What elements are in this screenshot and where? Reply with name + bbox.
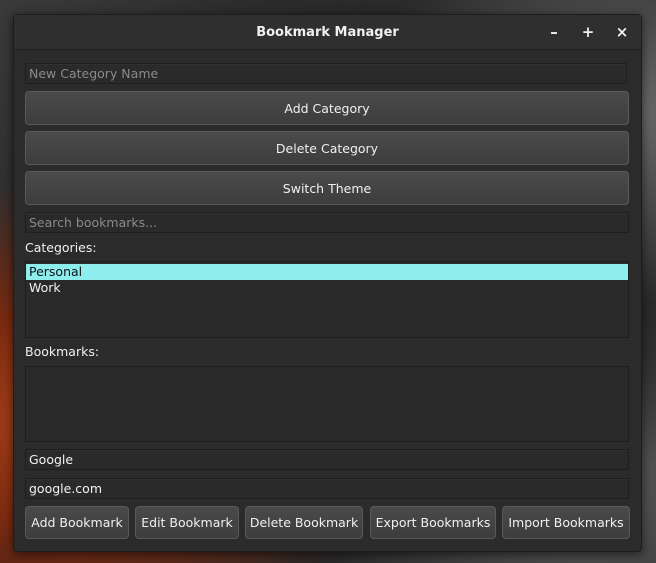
bookmarks-list[interactable] xyxy=(25,366,629,442)
new-category-input[interactable]: New Category Name xyxy=(25,63,627,84)
export-bookmarks-button[interactable]: Export Bookmarks xyxy=(370,506,496,539)
category-item-work[interactable]: Work xyxy=(26,280,628,296)
maximize-icon[interactable]: + xyxy=(578,22,598,42)
minimize-icon[interactable]: – xyxy=(544,22,564,42)
category-item-personal[interactable]: Personal xyxy=(26,264,628,280)
add-bookmark-button[interactable]: Add Bookmark xyxy=(25,506,129,539)
bookmarks-label: Bookmarks: xyxy=(25,344,100,359)
import-bookmarks-button[interactable]: Import Bookmarks xyxy=(502,506,630,539)
bookmark-url-input[interactable]: google.com xyxy=(25,478,629,499)
delete-category-button[interactable]: Delete Category xyxy=(25,131,629,165)
add-category-button[interactable]: Add Category xyxy=(25,91,629,125)
close-icon[interactable]: × xyxy=(612,22,632,42)
search-input[interactable]: Search bookmarks... xyxy=(25,212,629,233)
categories-list[interactable]: Personal Work xyxy=(25,261,629,338)
delete-bookmark-button[interactable]: Delete Bookmark xyxy=(245,506,363,539)
bookmark-name-input[interactable]: Google xyxy=(25,449,629,470)
title-bar[interactable]: Bookmark Manager – + × xyxy=(14,15,641,50)
bookmark-manager-window: Bookmark Manager – + × New Category Name… xyxy=(13,14,642,552)
switch-theme-button[interactable]: Switch Theme xyxy=(25,171,629,205)
edit-bookmark-button[interactable]: Edit Bookmark xyxy=(135,506,239,539)
categories-label: Categories: xyxy=(25,240,97,255)
